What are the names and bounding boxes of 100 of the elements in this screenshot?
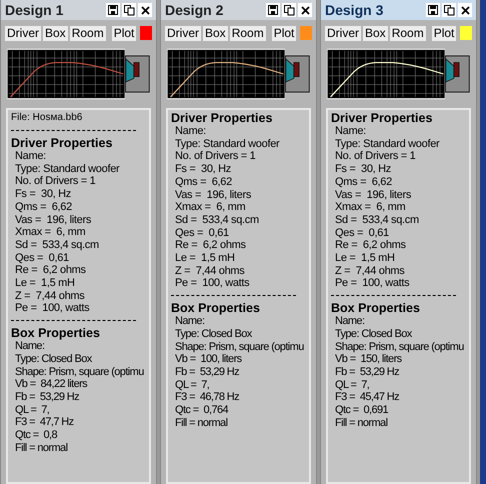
copy-icon[interactable] xyxy=(442,3,456,17)
property-line: Sd = 533,4 sq.cm xyxy=(174,214,259,227)
save-icon[interactable] xyxy=(266,3,280,17)
copy-icon[interactable] xyxy=(282,3,296,17)
property-line: Vas = 196, liters xyxy=(334,188,412,202)
property-line: Shape: Prism, square (optimu xyxy=(14,366,144,378)
section-heading: Box Properties xyxy=(331,301,421,316)
property-line: Fb = 53,29 Hz xyxy=(14,390,80,404)
property-line: Xmax = 6, mm xyxy=(14,226,86,239)
property-line: F3 = 47,7 Hz xyxy=(14,416,74,430)
property-line: Type: Closed Box xyxy=(14,352,92,366)
section-heading: Driver Properties xyxy=(171,111,274,125)
close-icon[interactable] xyxy=(138,3,152,17)
property-line: Name: xyxy=(334,315,364,328)
property-line: No. of Drivers = 1 xyxy=(14,175,96,188)
plot-color-swatch[interactable] xyxy=(300,26,312,40)
property-line: Vas = 196, liters xyxy=(14,214,92,226)
property-line: Re = 6,2 ohms xyxy=(174,239,246,252)
plot-color-swatch[interactable] xyxy=(460,26,472,40)
plot-button[interactable]: Plot xyxy=(272,26,296,40)
plot-button[interactable]: Plot xyxy=(112,26,136,40)
section-heading: Box Properties xyxy=(11,326,101,340)
property-line: Fill = normal xyxy=(14,442,68,454)
property-line: Le = 1,5 mH xyxy=(174,252,235,265)
window-title: Design 3 xyxy=(325,0,384,20)
speaker-icon xyxy=(125,53,150,95)
property-line: Sd = 533,4 sq.cm xyxy=(14,238,99,252)
close-icon[interactable] xyxy=(458,3,472,17)
tab-button[interactable]: Box xyxy=(43,26,68,40)
tab-button[interactable]: Driver xyxy=(325,26,361,40)
save-icon[interactable] xyxy=(426,3,440,17)
file-name: File: Hosма.bb6 xyxy=(11,111,84,125)
property-line: QL = 7, xyxy=(334,378,370,392)
property-line: Fill = normal xyxy=(334,416,388,430)
window-title: Design 2 xyxy=(165,0,224,20)
property-line: Fs = 30, Hz xyxy=(14,188,72,201)
property-line: Name: xyxy=(174,125,206,138)
property-line: Re = 6,2 ohms xyxy=(14,264,86,278)
property-line: Pe = 100, watts xyxy=(334,277,410,290)
property-line: Name: xyxy=(334,125,366,138)
property-line: Qes = 0,61 xyxy=(14,252,69,264)
property-line: F3 = 45,47 Hz xyxy=(334,391,400,404)
property-line: Le = 1,5 mH xyxy=(14,277,75,290)
section-heading: Box Properties xyxy=(171,301,261,316)
copy-icon[interactable] xyxy=(122,3,136,17)
property-line: Sd = 533,4 sq.cm xyxy=(334,214,419,227)
property-line: QL = 7, xyxy=(14,404,50,416)
tab-button[interactable]: Room xyxy=(390,26,426,40)
property-line: Type: Closed Box xyxy=(334,328,412,341)
property-line: Qtc = 0,8 xyxy=(14,429,57,442)
property-line: Re = 6,2 ohms xyxy=(334,239,406,252)
tab-button[interactable]: Driver xyxy=(165,26,201,40)
property-line: Fs = 30, Hz xyxy=(174,163,232,176)
property-line: Pe = 100, watts xyxy=(174,277,250,290)
section-heading: Driver Properties xyxy=(331,111,434,125)
property-line: F3 = 46,78 Hz xyxy=(174,391,240,404)
property-line: Type: Standard woofer xyxy=(14,162,120,176)
property-line: Qes = 0,61 xyxy=(174,226,229,240)
property-line: Type: Standard woofer xyxy=(174,138,280,150)
property-line: Le = 1,5 mH xyxy=(334,252,395,265)
property-line: Shape: Prism, square (optimu xyxy=(174,340,304,354)
close-icon[interactable] xyxy=(298,3,312,17)
property-line: Qms = 6,62 xyxy=(174,176,232,189)
property-line: Qms = 6,62 xyxy=(334,176,392,189)
property-line: Qtc = 0,764 xyxy=(174,404,228,417)
property-line: Vb = 84,22 liters xyxy=(14,378,88,391)
property-line: QL = 7, xyxy=(174,378,210,392)
tab-button[interactable]: Driver xyxy=(5,26,41,40)
property-line: Type: Standard woofer xyxy=(334,138,440,150)
property-line: Vas = 196, liters xyxy=(174,188,252,202)
property-line: Shape: Prism, square (optimu xyxy=(334,340,464,354)
property-line: Xmax = 6, mm xyxy=(334,201,406,214)
plot-button[interactable]: Plot xyxy=(432,26,456,40)
property-line: Fs = 30, Hz xyxy=(334,163,392,176)
save-icon[interactable] xyxy=(106,3,120,17)
property-line: Pe = 100, watts xyxy=(14,302,90,316)
property-line: Qtc = 0,691 xyxy=(334,404,388,417)
speaker-icon xyxy=(285,53,310,95)
property-line: Name: xyxy=(14,340,44,353)
speaker-icon xyxy=(445,53,470,95)
property-line: Fb = 53,29 Hz xyxy=(174,366,240,379)
property-line: No. of Drivers = 1 xyxy=(334,150,416,164)
plot-color-swatch[interactable] xyxy=(140,26,152,40)
tab-button[interactable]: Box xyxy=(203,26,228,40)
tab-button[interactable]: Room xyxy=(70,26,106,40)
tab-button[interactable]: Room xyxy=(230,26,266,40)
property-line: Qes = 0,61 xyxy=(334,226,389,240)
property-line: Qms = 6,62 xyxy=(14,200,72,214)
property-line: Z = 7,44 ohms xyxy=(174,264,244,278)
property-line: Name: xyxy=(14,150,46,163)
tab-button[interactable]: Box xyxy=(363,26,388,40)
property-line: Z = 7,44 ohms xyxy=(334,264,404,278)
property-line: Vb = 100, liters xyxy=(174,353,242,366)
section-heading: Driver Properties xyxy=(11,136,114,150)
property-line: Fill = normal xyxy=(174,416,228,430)
property-line: Vb = 150, liters xyxy=(334,353,402,366)
property-line: Xmax = 6, mm xyxy=(174,201,246,214)
window-title: Design 1 xyxy=(5,0,64,20)
property-line: Z = 7,44 ohms xyxy=(14,290,84,302)
property-line: Name: xyxy=(174,315,204,328)
